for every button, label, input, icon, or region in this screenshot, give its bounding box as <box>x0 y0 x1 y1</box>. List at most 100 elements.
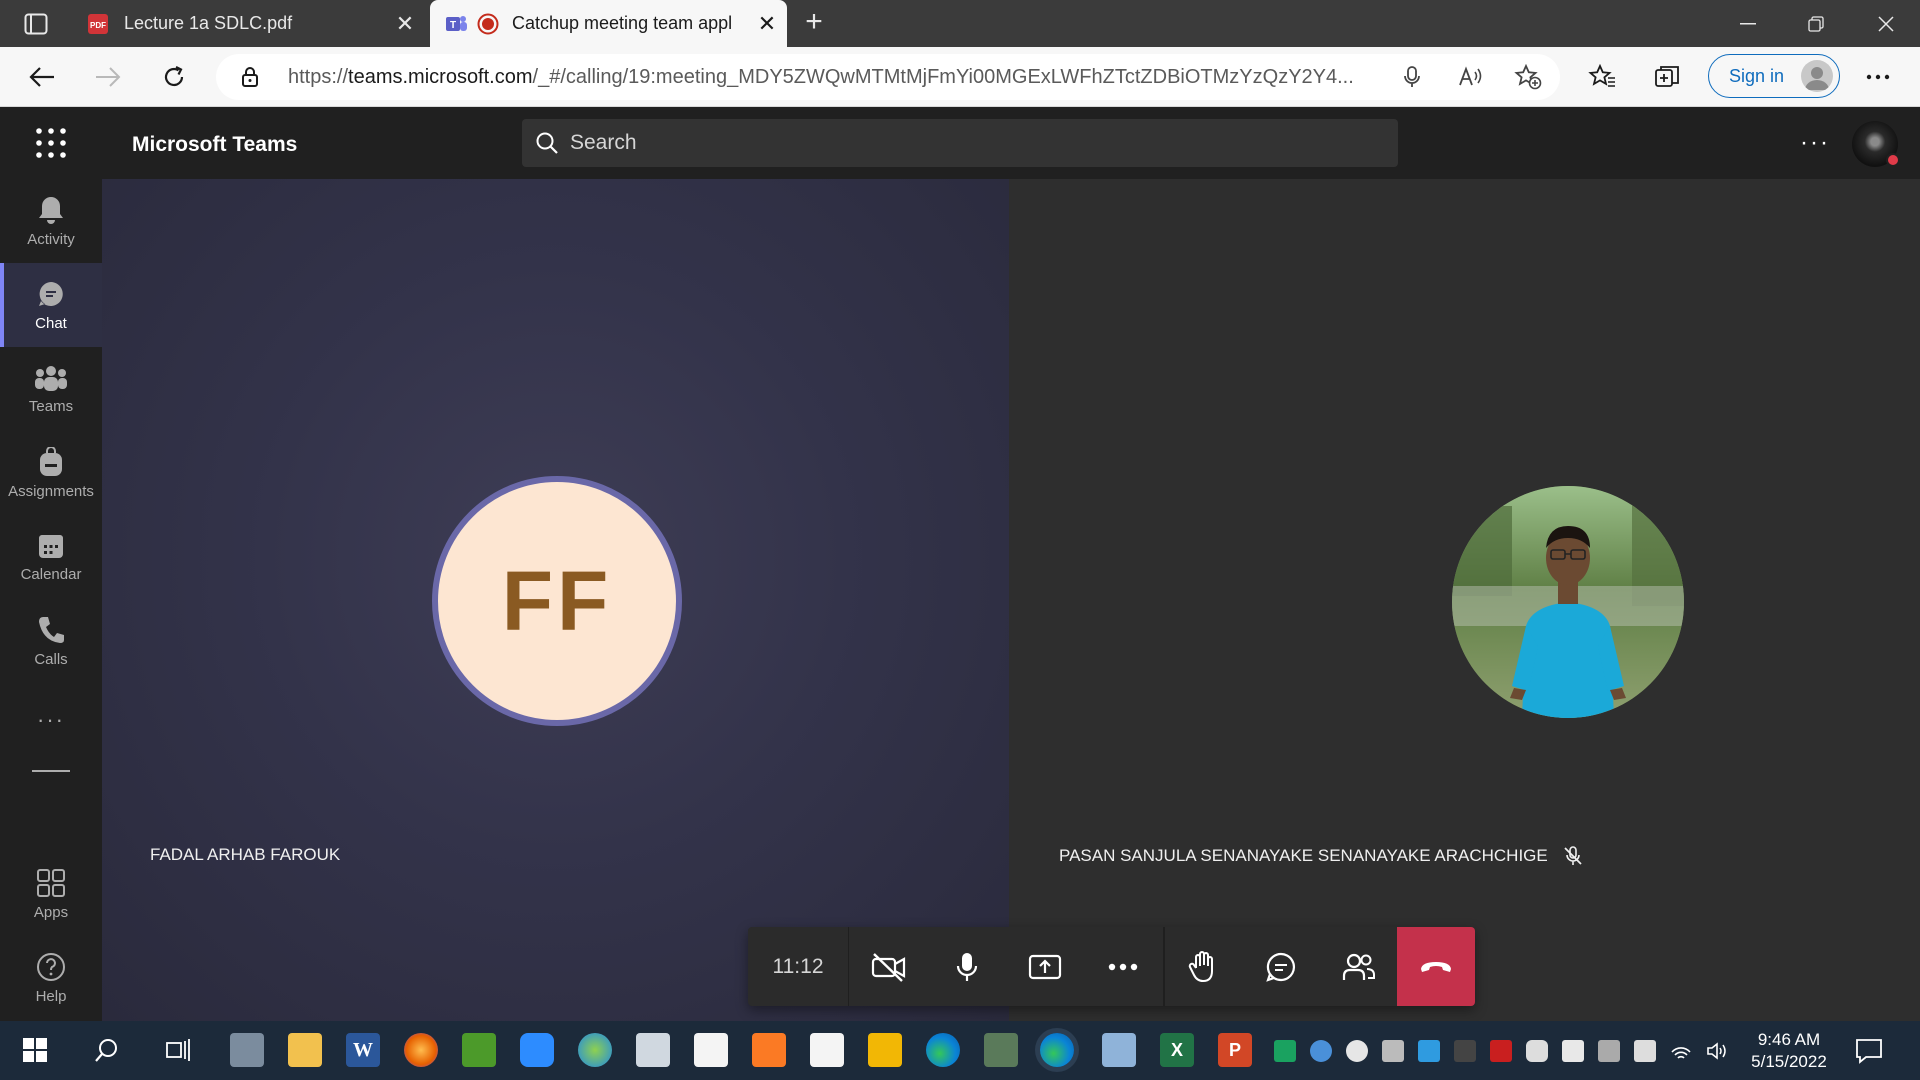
favorites-button[interactable] <box>1584 59 1620 95</box>
network-tool-icon[interactable] <box>868 1033 902 1067</box>
favorites-star-icon <box>1588 64 1615 87</box>
excel-icon[interactable]: X <box>1160 1033 1194 1067</box>
pdf-icon: PDF <box>86 12 110 36</box>
microphone-tray-icon[interactable] <box>1526 1040 1548 1062</box>
lock-icon[interactable] <box>238 65 262 89</box>
close-window-button[interactable] <box>1852 0 1920 47</box>
start-button[interactable] <box>18 1033 52 1067</box>
tab-actions-button[interactable] <box>14 8 58 39</box>
volume-icon[interactable] <box>1706 1040 1728 1062</box>
powerpoint-icon[interactable]: P <box>1218 1033 1252 1067</box>
tab-title: Catchup meeting team appl <box>512 13 733 33</box>
refresh-button[interactable] <box>156 59 192 95</box>
chat-icon <box>1266 952 1296 982</box>
clock-time: 9:46 AM <box>1757 1030 1821 1049</box>
read-aloud-icon[interactable] <box>1458 65 1484 89</box>
more-actions-button[interactable] <box>1084 927 1162 1006</box>
microphone-toggle-button[interactable] <box>928 927 1006 1006</box>
more-apps-button[interactable]: ··· <box>0 707 102 733</box>
xampp-icon[interactable] <box>752 1033 786 1067</box>
backpack-icon <box>40 446 62 476</box>
url-path: /_#/calling/19:meeting_MDY5ZWQwMTMtMjFmY… <box>532 66 1354 88</box>
participant-name-row: PASAN SANJULA SENANAYAKE SENANAYAKE ARAC… <box>1059 845 1584 867</box>
browser-tab-teams[interactable]: T Catchup meeting team appl ✕ <box>430 0 787 47</box>
rail-item-help[interactable]: Help <box>0 936 102 1020</box>
tab-close-icon[interactable]: ✕ <box>385 11 425 37</box>
back-button[interactable] <box>24 59 60 95</box>
camera-off-icon <box>871 952 906 982</box>
header-more-button[interactable]: ··· <box>1800 129 1830 157</box>
user-avatar[interactable] <box>1852 121 1900 167</box>
avatar-initials: FF <box>501 553 613 648</box>
rail-item-label: Apps <box>33 903 69 921</box>
raise-hand-button[interactable] <box>1164 927 1242 1006</box>
forward-arrow-icon <box>96 67 121 87</box>
rail-item-chat[interactable]: Chat <box>0 263 102 347</box>
network-globe-tray-icon[interactable] <box>1310 1040 1332 1062</box>
rail-item-activity[interactable]: Activity <box>0 179 102 263</box>
security-tray-icon[interactable] <box>1274 1040 1296 1062</box>
teams-app-bar: Activity Chat Teams Assignments Calendar… <box>0 179 102 1021</box>
battery-icon[interactable] <box>1634 1040 1656 1062</box>
collections-button[interactable] <box>1650 59 1686 95</box>
search-button[interactable] <box>90 1033 124 1067</box>
onedrive-icon[interactable] <box>1346 1040 1368 1062</box>
notification-center-icon[interactable] <box>1854 1036 1884 1066</box>
rail-item-assignments[interactable]: Assignments <box>0 431 102 515</box>
wifi-icon[interactable] <box>1670 1040 1692 1062</box>
shield-tray-icon[interactable] <box>1562 1040 1584 1062</box>
browser-tab-pdf[interactable]: PDF Lecture 1a SDLC.pdf ✕ <box>70 0 425 47</box>
people-icon <box>35 365 67 391</box>
word-icon[interactable]: W <box>346 1033 380 1067</box>
edge-icon[interactable] <box>926 1033 960 1067</box>
tab-close-icon[interactable]: ✕ <box>747 11 787 37</box>
chat-button[interactable] <box>1242 927 1320 1006</box>
participant-tile[interactable]: FF FADAL ARHAB FAROUK <box>102 179 1009 1021</box>
rail-item-teams[interactable]: Teams <box>0 347 102 431</box>
share-screen-button[interactable] <box>1006 927 1084 1006</box>
participants-button[interactable] <box>1320 927 1398 1006</box>
globe-app-icon[interactable] <box>578 1033 612 1067</box>
rail-item-label: Assignments <box>8 482 94 500</box>
minimize-button[interactable] <box>1714 0 1782 47</box>
firefox-icon[interactable] <box>404 1033 438 1067</box>
rail-item-label: Help <box>35 987 67 1005</box>
app-icon[interactable] <box>1102 1033 1136 1067</box>
bell-icon <box>39 196 63 224</box>
forward-button[interactable] <box>90 59 126 95</box>
camera-toggle-button[interactable] <box>850 927 928 1006</box>
restore-icon <box>1808 15 1824 32</box>
notepad-plus-icon[interactable] <box>462 1033 496 1067</box>
search-input[interactable]: Search <box>522 119 1398 167</box>
rail-item-calendar[interactable]: Calendar <box>0 515 102 599</box>
system-clock[interactable]: 9:46 AM 5/15/2022 <box>1740 1029 1838 1073</box>
task-view-button[interactable] <box>162 1033 196 1067</box>
app-icon[interactable] <box>984 1033 1018 1067</box>
rail-item-apps[interactable]: Apps <box>0 852 102 936</box>
settings-more-button[interactable] <box>1860 59 1896 95</box>
snipping-tool-icon[interactable] <box>636 1033 670 1067</box>
file-explorer-icon[interactable] <box>288 1033 322 1067</box>
add-favorite-icon[interactable] <box>1514 64 1542 90</box>
zoom-icon[interactable] <box>520 1033 554 1067</box>
app-launcher-icon[interactable] <box>34 126 68 160</box>
address-bar[interactable]: https://teams.microsoft.com/_#/calling/1… <box>216 54 1560 100</box>
app-tray-icon[interactable] <box>1454 1040 1476 1062</box>
participant-tile[interactable]: PASAN SANJULA SENANAYAKE SENANAYAKE ARAC… <box>1009 179 1920 1021</box>
edge-active-icon[interactable] <box>1040 1033 1074 1067</box>
leave-call-button[interactable] <box>1397 927 1475 1006</box>
app-tray-icon[interactable] <box>1598 1040 1620 1062</box>
document-icon[interactable] <box>694 1033 728 1067</box>
sign-in-button[interactable]: Sign in <box>1708 54 1840 98</box>
microphone-icon[interactable] <box>1400 65 1424 89</box>
usb-tray-icon[interactable] <box>1382 1040 1404 1062</box>
scanner-app-icon[interactable] <box>230 1033 264 1067</box>
svg-text:T: T <box>450 20 456 31</box>
document-icon[interactable] <box>810 1033 844 1067</box>
task-view-icon <box>166 1039 190 1061</box>
restore-button[interactable] <box>1782 0 1850 47</box>
new-tab-button[interactable]: + <box>796 7 832 39</box>
app-tray-icon[interactable] <box>1418 1040 1440 1062</box>
acrobat-tray-icon[interactable] <box>1490 1040 1512 1062</box>
rail-item-calls[interactable]: Calls <box>0 599 102 683</box>
